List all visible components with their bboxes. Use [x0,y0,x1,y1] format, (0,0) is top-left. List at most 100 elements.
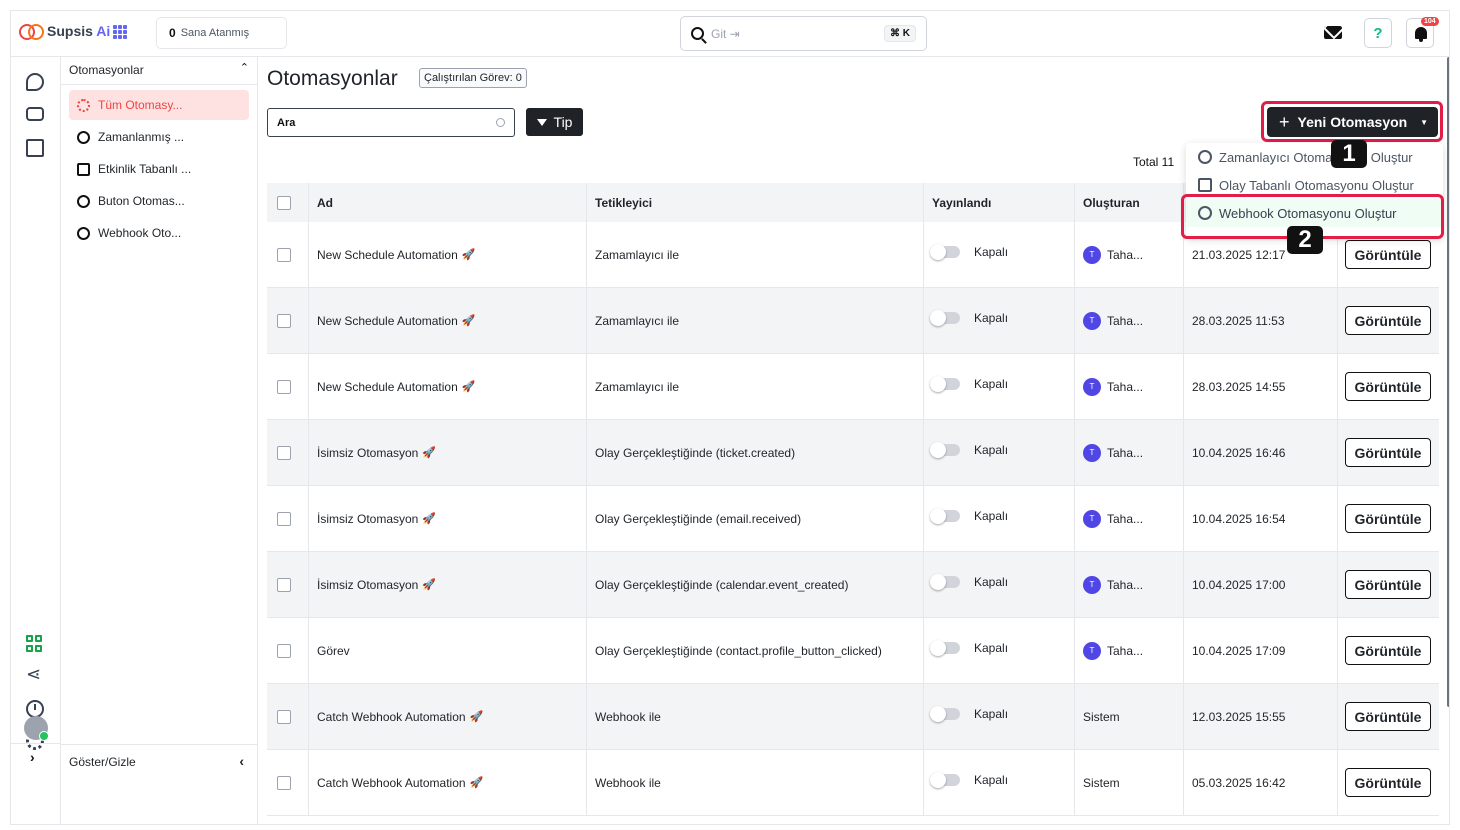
main-content: Otomasyonlar Çalıştırılan Görev: 0 Ara T… [258,57,1449,824]
column-published[interactable]: Yayınlandı [932,183,991,222]
row-checkbox[interactable] [277,445,291,460]
row-checkbox[interactable] [277,775,291,790]
sidebar-item-webhook[interactable]: Webhook Oto... [69,218,249,248]
assigned-to-me-button[interactable]: 0 Sana Atanmış [156,17,287,49]
mail-icon[interactable] [1324,26,1342,39]
rocket-icon: 🚀 [422,447,437,459]
trigger-cell: Webhook ile [595,709,661,724]
help-icon[interactable]: ? [1364,18,1392,48]
highlight-new-automation [1261,101,1443,142]
timer-icon [1198,150,1212,164]
pointer-icon [77,194,90,208]
global-search-input[interactable]: Git ⇥ ⌘ K [680,16,927,51]
view-button[interactable]: Görüntüle [1345,570,1431,599]
sidebar-item-button[interactable]: Buton Otomas... [69,186,249,216]
chat-icon[interactable] [26,73,44,91]
trigger-cell: Webhook ile [595,775,661,790]
automation-name: Görev [317,643,350,658]
row-checkbox[interactable] [277,577,291,592]
search-input-value: Ara [277,116,296,129]
trigger-cell: Olay Gerçekleştiğinde (ticket.created) [595,445,796,460]
row-checkbox[interactable] [277,643,291,658]
trigger-cell: Zamamlayıcı ile [595,247,680,262]
chevron-left-icon: ‹ [239,753,244,769]
publish-status: Kapalı [974,310,1009,325]
view-button[interactable]: Görüntüle [1345,504,1431,533]
publish-toggle[interactable] [930,441,960,458]
publish-status: Kapalı [974,508,1009,523]
automation-sidebar: Otomasyonlar ⌃ Tüm Otomasy... Zamanlanmı… [61,57,258,824]
publish-toggle[interactable] [930,705,960,722]
view-button[interactable]: Görüntüle [1345,240,1431,269]
sidebar-item-scheduled[interactable]: Zamanlanmış ... [69,122,249,152]
share-icon[interactable] [26,664,44,686]
step-badge-2: 2 [1287,226,1323,254]
publish-toggle[interactable] [930,309,960,326]
inbox-icon[interactable] [26,139,44,157]
creator-name: Taha... [1107,247,1144,262]
view-button[interactable]: Görüntüle [1345,372,1431,401]
type-filter-button[interactable]: Tip [526,108,583,136]
row-checkbox[interactable] [277,511,291,526]
rocket-icon: 🚀 [469,711,484,723]
view-button[interactable]: Görüntüle [1345,636,1431,665]
publish-status: Kapalı [974,376,1009,391]
row-checkbox[interactable] [277,709,291,724]
chevron-up-icon: ⌃ [239,62,249,74]
view-button[interactable]: Görüntüle [1345,702,1431,731]
rocket-icon: 🚀 [422,513,437,525]
created-date: 10.04.2025 16:54 [1192,511,1286,526]
sidebar-toggle[interactable]: Göster/Gizle ‹ [61,744,258,781]
publish-toggle[interactable] [930,507,960,524]
notifications-button[interactable]: 104 [1406,17,1439,48]
sidebar-item-label: Webhook Oto... [98,226,182,240]
publish-toggle[interactable] [930,243,960,260]
view-button[interactable]: Görüntüle [1345,438,1431,467]
expand-chevron-icon[interactable]: › [30,749,35,765]
select-all-checkbox[interactable] [277,195,291,210]
logo-icon [19,23,44,40]
rocket-icon: 🚀 [461,381,476,393]
row-checkbox[interactable] [277,313,291,328]
automation-name: Catch Webhook Automation [317,709,466,724]
rocket-icon: 🚀 [461,315,476,327]
contact-card-icon[interactable] [26,107,44,121]
row-checkbox[interactable] [277,379,291,394]
automation-name: New Schedule Automation [317,379,458,394]
step-badge-1: 1 [1331,140,1367,168]
logo[interactable]: Supsis Ai [19,23,110,40]
menu-item-label: Zamanlayıcı Otomasyonu Oluştur [1219,149,1413,165]
column-trigger[interactable]: Tetikleyici [595,183,652,222]
publish-status: Kapalı [974,574,1009,589]
sidebar-section-title: Otomasyonlar [69,63,144,77]
row-checkbox[interactable] [277,247,291,262]
column-name[interactable]: Ad [317,183,333,222]
creator-avatar: T [1083,377,1101,396]
table-row: İsimsiz Otomasyon 🚀 Olay Gerçekleştiğinde … [267,486,1439,552]
vertical-scrollbar[interactable] [1447,57,1449,707]
table-row: Catch Webhook Automation 🚀 Webhook ile Kapa… [267,684,1439,750]
top-bar: Supsis Ai 0 Sana Atanmış Git ⇥ ⌘ K ? 104 [11,11,1449,57]
column-creator[interactable]: Oluşturan [1083,183,1140,222]
assigned-label: Sana Atanmış [180,27,250,39]
publish-toggle[interactable] [930,573,960,590]
publish-toggle[interactable] [930,771,960,788]
sidebar-section-header[interactable]: Otomasyonlar ⌃ [69,62,249,77]
rocket-icon: 🚀 [422,579,437,591]
publish-toggle[interactable] [930,375,960,392]
view-button[interactable]: Görüntüle [1345,768,1431,797]
sidebar-item-event-based[interactable]: Etkinlik Tabanlı ... [69,154,249,184]
view-button[interactable]: Görüntüle [1345,306,1431,335]
user-avatar[interactable] [24,716,49,741]
search-input[interactable]: Ara [267,108,515,137]
sidebar-item-all-automations[interactable]: Tüm Otomasy... [69,90,249,120]
calendar-icon [77,162,90,176]
menu-item-timer-automation[interactable]: Zamanlayıcı Otomasyonu Oluştur [1186,143,1443,171]
publish-toggle[interactable] [930,639,960,656]
trigger-cell: Olay Gerçekleştiğinde (calendar.event_cr… [595,577,849,592]
created-date: 10.04.2025 16:46 [1192,445,1286,460]
dashboard-grid-icon[interactable] [26,635,44,653]
apps-grid-icon[interactable] [113,25,127,39]
automation-name: İsimsiz Otomasyon [317,577,419,592]
creator-name: Taha... [1107,313,1144,328]
